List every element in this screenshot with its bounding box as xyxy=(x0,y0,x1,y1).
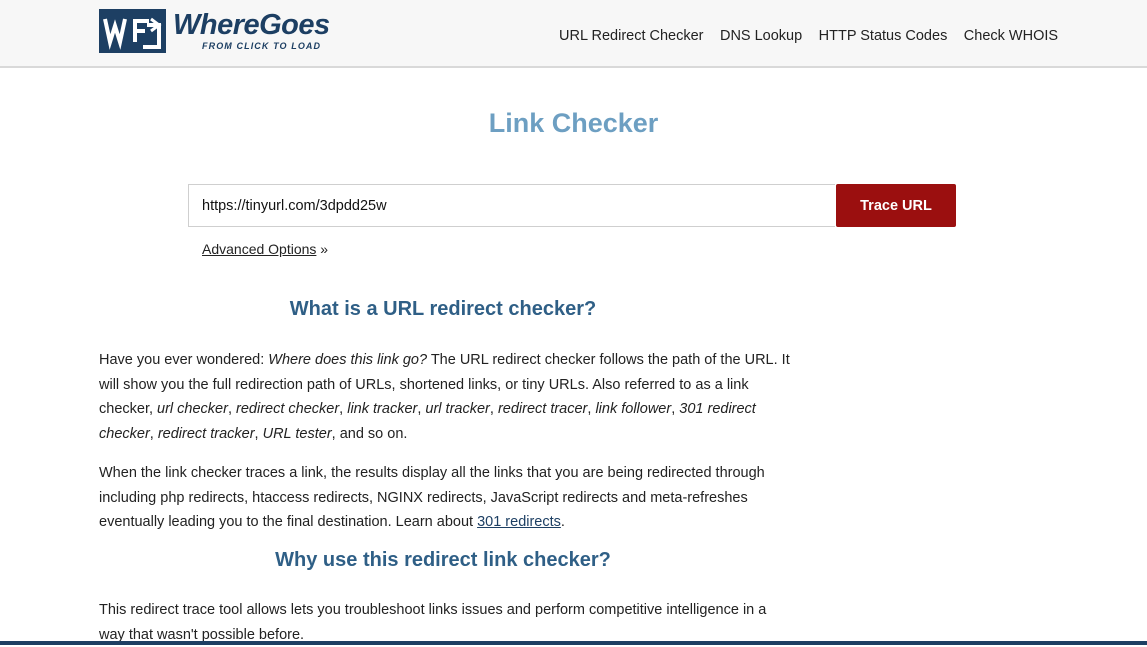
bottom-bar xyxy=(0,641,1147,645)
url-trace-form: Trace URL xyxy=(188,184,956,227)
section-heading-why-use: Why use this redirect link checker? xyxy=(275,549,611,571)
site-header: WhereGoes FROM CLICK TO LOAD URL Redirec… xyxy=(0,0,1147,68)
text-run: . xyxy=(560,514,565,530)
italic-term: redirect tracer xyxy=(497,401,588,417)
nav-url-redirect-checker[interactable]: URL Redirect Checker xyxy=(559,28,704,44)
wheregoes-logo-icon xyxy=(99,9,166,53)
section-heading-what-is: What is a URL redirect checker? xyxy=(289,298,597,320)
logo-wordmark: WhereGoes xyxy=(173,9,330,41)
advanced-options-link[interactable]: Advanced Options xyxy=(202,241,316,257)
text-run: This redirect trace tool allows lets you… xyxy=(99,602,767,643)
text-run: , xyxy=(254,425,263,442)
trace-url-button[interactable]: Trace URL xyxy=(836,184,956,227)
text-run: , xyxy=(149,425,158,442)
italic-term: link follower xyxy=(595,401,672,417)
italic-term: url tracker xyxy=(425,401,490,417)
advanced-options: Advanced Options » xyxy=(202,241,328,257)
italic-term: url checker xyxy=(157,401,228,417)
nav-check-whois[interactable]: Check WHOIS xyxy=(964,28,1058,44)
paragraph-results: When the link checker traces a link, the… xyxy=(99,461,791,535)
nav-dns-lookup[interactable]: DNS Lookup xyxy=(720,28,802,44)
advanced-options-chevron: » xyxy=(316,241,329,257)
logo-tagline: FROM CLICK TO LOAD xyxy=(202,41,322,51)
paragraph-intro: Have you ever wondered: Where does this … xyxy=(99,348,791,446)
italic-term: redirect checker xyxy=(236,401,340,417)
page-title: Link Checker xyxy=(488,108,659,138)
text-run: When the link checker traces a link, the… xyxy=(99,465,765,530)
text-run: , xyxy=(489,401,498,417)
top-nav: URL Redirect Checker DNS Lookup HTTP Sta… xyxy=(559,27,1070,45)
italic-term: URL tester xyxy=(262,425,332,442)
italic-term: link tracker xyxy=(347,401,418,417)
url-input[interactable] xyxy=(188,184,835,227)
text-run: , and so on. xyxy=(331,425,408,442)
text-run: Have you ever wondered: xyxy=(99,352,269,368)
paragraph-why: This redirect trace tool allows lets you… xyxy=(99,598,791,647)
italic-term: Where does this link go? xyxy=(268,352,428,368)
nav-http-status-codes[interactable]: HTTP Status Codes xyxy=(819,28,948,44)
italic-term: redirect tracker xyxy=(157,425,255,442)
link-301-redirects[interactable]: 301 redirects xyxy=(477,514,561,530)
logo[interactable]: WhereGoes FROM CLICK TO LOAD xyxy=(99,9,339,55)
text-run: , xyxy=(227,401,237,417)
